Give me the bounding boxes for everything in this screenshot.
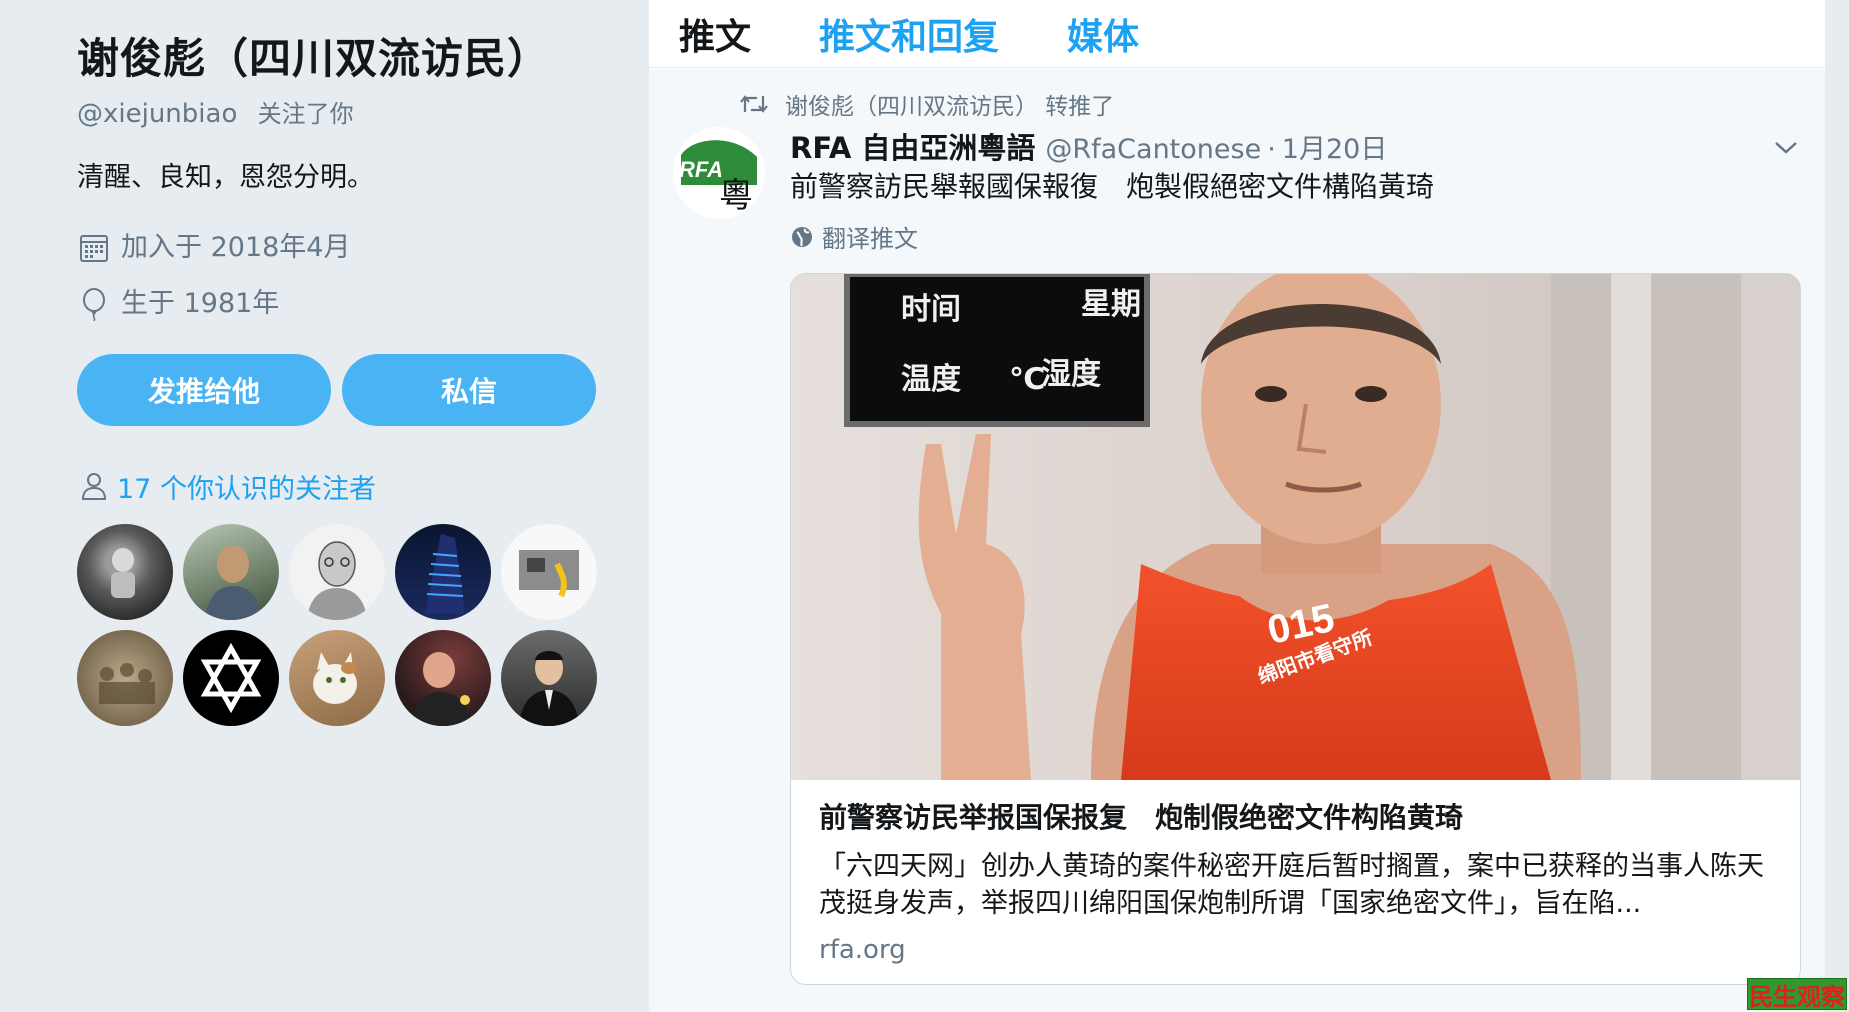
follower-avatar[interactable] xyxy=(77,630,173,726)
card-title: 前警察访民举报国保报复 炮制假绝密文件构陷黄琦 xyxy=(819,801,1464,834)
tweet-timestamp[interactable]: 1月20日 xyxy=(1282,127,1388,166)
birth-date: 生于 1981年 xyxy=(77,284,617,324)
tweet-to-button[interactable]: 发推给他 xyxy=(77,354,331,426)
sign-time: 时间 xyxy=(901,292,961,327)
card-image: 时间 星期 温度 ℃ 湿度 015 绵阳市看守所 xyxy=(791,274,1800,780)
timeline: 推文 推文和回复 媒体 谢俊彪（四川双流访民） 转推了 RFA 粵 RFA 自由… xyxy=(649,0,1825,1012)
rfa-logo-text: RFA xyxy=(679,157,723,182)
follower-avatar[interactable] xyxy=(501,630,597,726)
card-description: 「六四天网」创办人黄琦的案件秘密开庭后暂时搁置，案中已获释的当事人陈天茂挺身发声… xyxy=(819,851,1764,919)
retweet-context-text: 谢俊彪（四川双流访民） 转推了 xyxy=(785,94,1115,120)
translate-tweet-link[interactable]: 翻译推文 xyxy=(790,219,918,254)
follower-avatar[interactable] xyxy=(289,524,385,620)
person-icon xyxy=(77,469,111,503)
follower-avatar-grid xyxy=(77,524,617,726)
profile-sidebar: 谢俊彪（四川双流访民） @xiejunbiao 关注了你 清醒、良知，恩怨分明。… xyxy=(77,30,617,726)
tab-tweets[interactable]: 推文 xyxy=(679,8,751,60)
chevron-down-icon[interactable] xyxy=(1771,135,1801,159)
profile-actions: 发推给他 私信 xyxy=(77,354,617,426)
handle-row: @xiejunbiao 关注了你 xyxy=(77,96,617,132)
tweet-separator: · xyxy=(1267,134,1276,165)
follower-avatar[interactable] xyxy=(77,524,173,620)
follower-avatar[interactable] xyxy=(183,524,279,620)
card-body: 前警察访民举报国保报复 炮制假绝密文件构陷黄琦 「六四天网」创办人黄琦的案件秘密… xyxy=(791,780,1800,968)
calendar-icon xyxy=(77,231,111,265)
tweet-author-name[interactable]: RFA 自由亞洲粵語 xyxy=(790,125,1035,167)
followers-you-know-link[interactable]: 17 个你认识的关注者 xyxy=(77,466,617,506)
tweet-text: 前警察訪民舉報國保報復 炮製假絕密文件構陷黃琦 xyxy=(790,170,1435,203)
card-domain: rfa.org xyxy=(819,935,906,965)
follower-avatar[interactable] xyxy=(395,524,491,620)
profile-bio: 清醒、良知，恩怨分明。 xyxy=(77,162,374,193)
follower-avatar[interactable] xyxy=(501,524,597,620)
retweet-icon xyxy=(740,95,768,113)
tab-tweets-and-replies[interactable]: 推文和回复 xyxy=(819,8,999,60)
balloon-icon xyxy=(77,287,111,321)
follower-avatar[interactable] xyxy=(289,630,385,726)
translate-tweet-text: 翻译推文 xyxy=(822,225,918,253)
rfa-logo-char: 粵 xyxy=(719,176,753,216)
profile-handle[interactable]: @xiejunbiao xyxy=(77,99,237,129)
tweet-header: RFA 自由亞洲粵語 @RfaCantonese · 1月20日 xyxy=(790,125,1387,167)
born-text: 生于 1981年 xyxy=(121,288,280,319)
followers-you-know-text: 17 个你认识的关注者 xyxy=(117,473,376,505)
watermark-badge: 民生观察 xyxy=(1747,978,1847,1011)
message-button[interactable]: 私信 xyxy=(342,354,596,426)
retweet-context[interactable]: 谢俊彪（四川双流访民） 转推了 xyxy=(739,87,1114,121)
sign-week: 星期 xyxy=(1081,287,1141,322)
globe-icon xyxy=(790,225,814,249)
tab-media[interactable]: 媒体 xyxy=(1067,8,1139,60)
profile-name: 谢俊彪（四川双流访民） xyxy=(77,34,551,83)
tweet-author-avatar[interactable]: RFA 粵 xyxy=(673,127,765,219)
link-card[interactable]: 时间 星期 温度 ℃ 湿度 015 绵阳市看守所 前警察访民举报国保报复 炮制假… xyxy=(790,273,1801,985)
joined-date: 加入于 2018年4月 xyxy=(77,228,617,268)
follower-avatar[interactable] xyxy=(183,630,279,726)
follows-you-badge: 关注了你 xyxy=(257,100,354,128)
sign-humidity: 湿度 xyxy=(1041,357,1101,392)
sign-unit: ℃ xyxy=(1009,362,1045,397)
follower-avatar[interactable] xyxy=(395,630,491,726)
profile-tabs: 推文 推文和回复 媒体 xyxy=(649,0,1825,68)
scrollbar-gutter xyxy=(1825,0,1849,1012)
sign-temp: 温度 xyxy=(901,362,961,397)
joined-text: 加入于 2018年4月 xyxy=(121,232,351,263)
tweet-author-handle[interactable]: @RfaCantonese xyxy=(1045,134,1261,165)
tweet[interactable]: 谢俊彪（四川双流访民） 转推了 RFA 粵 RFA 自由亞洲粵語 @RfaCan… xyxy=(649,69,1825,1012)
